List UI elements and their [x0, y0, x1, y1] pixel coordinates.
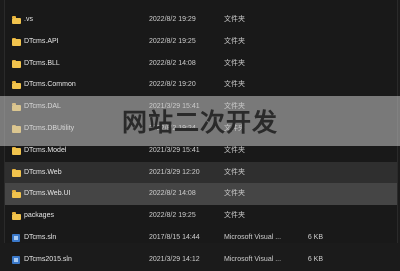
- file-row[interactable]: .vs 2022/8/2 19:29 文件夹: [5, 9, 397, 31]
- folder-icon: [12, 212, 21, 221]
- file-type: 文件夹: [224, 168, 245, 176]
- file-row[interactable]: DTcms.Web.UI 2022/8/2 14:08 文件夹: [5, 183, 397, 206]
- file-size: 6 KB: [307, 255, 323, 263]
- file-name: DTcms.API: [24, 37, 59, 45]
- file-name: DTcms2015.sln: [24, 255, 72, 263]
- folder-icon: [12, 168, 21, 177]
- file-type: 文件夹: [224, 37, 245, 45]
- folder-icon: [12, 16, 21, 24]
- file-name: DTcms.BLL: [24, 59, 60, 67]
- file-size: 6 KB: [307, 233, 323, 241]
- folder-icon: [12, 146, 21, 155]
- file-date-modified: 2022/8/2 14:08: [149, 190, 196, 198]
- file-date-modified: 2022/8/2 19:20: [149, 81, 196, 89]
- file-type: 文件夹: [224, 16, 245, 23]
- file-date-modified: 2021/3/29 12:20: [149, 168, 200, 176]
- file-row[interactable]: DTcms2015.sln 2021/3/29 14:12 Microsoft Vi…: [5, 249, 397, 271]
- file-name: DTcms.Web.UI: [24, 190, 71, 198]
- file-name: DTcms.Web: [24, 168, 62, 176]
- folder-icon: [12, 37, 21, 46]
- sln-file-icon: [12, 255, 20, 264]
- sln-file-icon: [12, 233, 20, 242]
- file-row[interactable]: DTcms.BLL 2022/8/2 14:08 文件夹: [5, 53, 397, 75]
- file-date-modified: 2022/8/2 19:29: [149, 16, 196, 23]
- banner-title: 网站二次开发: [121, 108, 278, 137]
- file-name: packages: [24, 212, 54, 220]
- file-date-modified: 2022/8/2 14:08: [149, 59, 196, 67]
- file-name: .vs: [24, 16, 33, 23]
- file-date-modified: 2021/3/29 14:12: [149, 255, 200, 263]
- folder-icon: [12, 81, 21, 90]
- file-row[interactable]: DTcms.Web 2021/3/29 12:20 文件夹: [5, 161, 397, 184]
- folder-icon: [12, 190, 21, 199]
- file-type: 文件夹: [224, 190, 245, 198]
- title-banner: 网站二次开发: [0, 96, 400, 146]
- file-row[interactable]: DTcms.API 2022/8/2 19:25 文件夹: [5, 31, 397, 53]
- file-name: DTcms.sln: [24, 233, 57, 241]
- file-row[interactable]: DTcms.sln 2017/8/15 14:44 Microsoft Visual…: [5, 227, 397, 249]
- file-date-modified: 2022/8/2 19:25: [149, 212, 196, 220]
- file-date-modified: 2017/8/15 14:44: [149, 233, 200, 241]
- file-type: 文件夹: [224, 59, 245, 67]
- file-row[interactable]: packages 2022/8/2 19:25 文件夹: [5, 205, 397, 227]
- file-name: DTcms.Common: [24, 81, 76, 89]
- folder-icon: [12, 59, 21, 68]
- file-date-modified: 2022/8/2 19:25: [149, 37, 196, 45]
- file-type: 文件夹: [224, 212, 245, 220]
- file-type: 文件夹: [224, 81, 245, 89]
- file-row[interactable]: DTcms.Common 2022/8/2 19:20 文件夹: [5, 74, 397, 96]
- file-type: Microsoft Visual ...: [224, 233, 282, 241]
- file-type: Microsoft Visual ...: [224, 255, 282, 263]
